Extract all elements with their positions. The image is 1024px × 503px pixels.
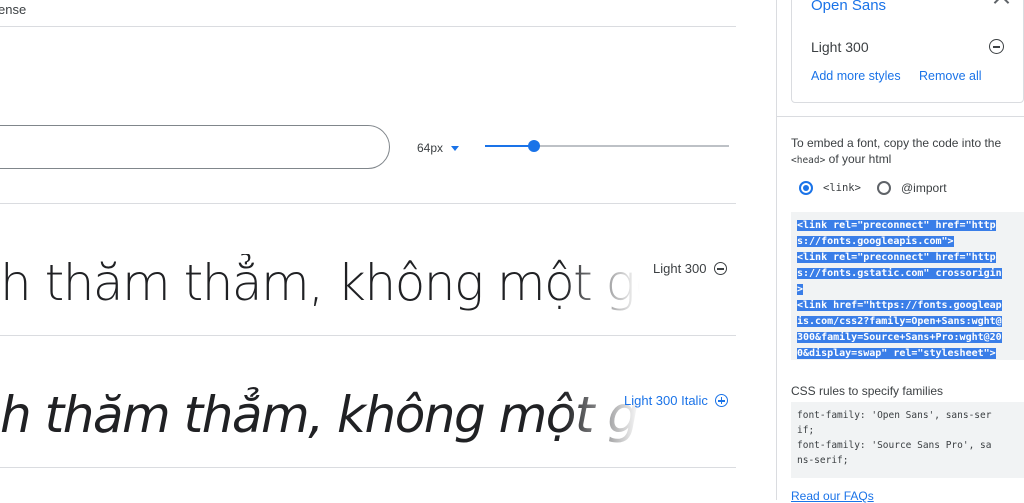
faq-link[interactable]: Read our FAQs (791, 489, 874, 503)
divider (0, 26, 736, 27)
font-size-select[interactable]: 64px (417, 141, 460, 155)
slider-fill (485, 145, 534, 147)
code-line: <link rel="preconnect" href="http (797, 220, 996, 231)
remove-circle-icon (713, 262, 727, 275)
divider (0, 335, 736, 336)
chevron-up-icon[interactable] (993, 0, 1010, 11)
add-more-styles-link[interactable]: Add more styles (811, 69, 901, 83)
css-line: font-family: 'Open Sans', sans-ser (797, 410, 992, 421)
font-size-value: 64px (417, 141, 444, 155)
divider (0, 467, 736, 468)
css-rules-code[interactable]: font-family: 'Open Sans', sans-ser if; f… (797, 408, 1019, 468)
selected-family-card: Open Sans Light 300 Add more styles Remo… (791, 0, 1024, 103)
caret-down-icon (451, 145, 460, 151)
code-line: 0&display=swap" rel="stylesheet"> (797, 348, 996, 359)
radio-label: <link> (823, 182, 861, 194)
main-area: ense 64px h thăm thẳm, không một gợ Ligh… (0, 0, 776, 500)
style-toggle-light-300-italic[interactable]: Light 300 Italic (624, 393, 728, 408)
embed-text-line: To embed a font, copy the code into the (791, 136, 1002, 150)
css-rules-box[interactable]: font-family: 'Open Sans', sans-ser if; f… (791, 402, 1024, 478)
license-tab[interactable]: ense (0, 2, 26, 17)
selected-families-panel: Open Sans Light 300 Add more styles Remo… (776, 0, 1024, 503)
remove-all-link[interactable]: Remove all (919, 69, 982, 83)
add-circle-icon (714, 394, 728, 407)
css-line: font-family: 'Source Sans Pro', sa (797, 440, 992, 451)
radio-link[interactable]: <link> (799, 181, 861, 195)
font-size-slider[interactable] (485, 140, 729, 152)
style-label: Light 300 (653, 261, 707, 276)
css-rules-title: CSS rules to specify families (791, 384, 944, 398)
css-line: ns-serif; (797, 455, 849, 466)
embed-code-box[interactable]: <link rel="preconnect" href="http s://fo… (791, 212, 1024, 360)
embed-code[interactable]: <link rel="preconnect" href="http s://fo… (797, 218, 1021, 362)
embed-text-line: of your html (825, 152, 892, 166)
divider (777, 116, 1024, 117)
preview-text-input[interactable] (0, 125, 390, 169)
style-preview-light-300-italic: h thăm thẳm, không một gợ (0, 386, 640, 444)
radio-unchecked-icon (877, 181, 891, 195)
divider (0, 203, 736, 204)
code-line: s://fonts.googleapis.com"> (797, 236, 954, 247)
code-line: <link rel="preconnect" href="http (797, 252, 996, 263)
family-name[interactable]: Open Sans (811, 0, 886, 14)
slider-thumb[interactable] (527, 140, 540, 152)
code-line: > (797, 284, 804, 295)
embed-instructions: To embed a font, copy the code into the … (791, 135, 1016, 169)
code-line: <link href="https://fonts.googleap (797, 300, 1002, 311)
style-label: Light 300 Italic (624, 393, 708, 408)
remove-style-button[interactable] (989, 39, 1004, 54)
code-line: s://fonts.gstatic.com" crossorigin (797, 268, 1002, 279)
css-line: if; (797, 425, 815, 436)
code-line: 300&family=Source+Sans+Pro:wght@20 (797, 332, 1002, 343)
radio-label: @import (901, 181, 947, 195)
style-preview-light-300: h thăm thẳm, không một gợ (0, 254, 640, 312)
radio-import[interactable]: @import (877, 181, 947, 195)
selected-style: Light 300 (811, 39, 869, 55)
radio-checked-icon (799, 181, 813, 195)
head-tag: <head> (791, 155, 826, 166)
style-toggle-light-300[interactable]: Light 300 (653, 261, 727, 276)
code-line: is.com/css2?family=Open+Sans:wght@ (797, 316, 1002, 327)
